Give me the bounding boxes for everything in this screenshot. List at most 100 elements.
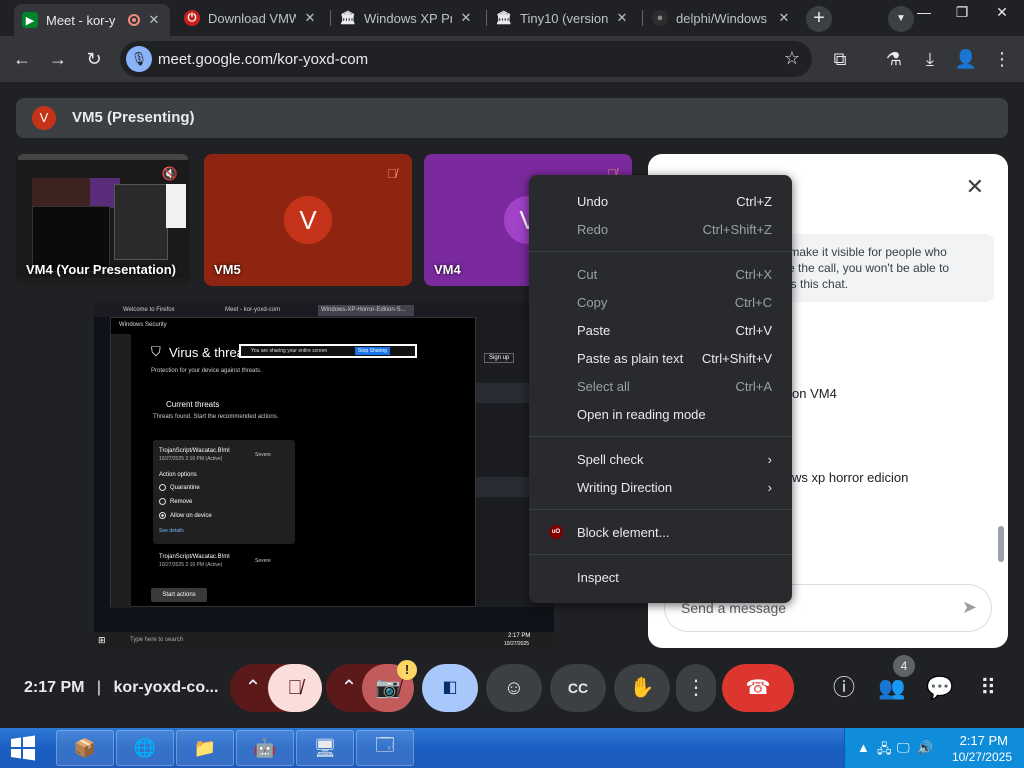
tab-title: Meet - kor-y <box>46 12 116 28</box>
tab-meet[interactable]: ▶ Meet - kor-y ✕ <box>14 4 170 36</box>
shield-icon: ⛉ <box>151 344 161 359</box>
tab-delphi[interactable]: ● delphi/Windows ✕ <box>644 4 800 32</box>
menu-kebab-icon[interactable]: ⋮ <box>988 45 1016 73</box>
start-button[interactable] <box>0 728 46 768</box>
close-icon[interactable]: ✕ <box>614 10 630 26</box>
taskbar-app-game[interactable]: 🤖 <box>236 730 294 766</box>
close-icon[interactable]: ✕ <box>146 12 162 28</box>
clock-time[interactable]: 2:17 PM <box>960 733 1008 748</box>
menu-item-select-all[interactable]: Select all Ctrl+A <box>529 372 792 400</box>
chat-icon[interactable]: 💬 <box>924 672 956 704</box>
tab-strip: ▶ Meet - kor-y ✕ ⏻ Download VMW ✕ 🏛 Wind… <box>0 0 1024 36</box>
back-icon[interactable]: ← <box>8 45 36 73</box>
windows-logo-icon: ⊞ <box>98 635 106 645</box>
chat-message: ws xp horror edicion <box>792 470 909 485</box>
meeting-info-icon[interactable]: ⓘ <box>828 672 860 704</box>
captions-icon[interactable]: CC <box>550 664 606 712</box>
threats-found-text: Threats found. Start the recommended act… <box>153 414 279 420</box>
option-allow[interactable]: Allow on device <box>159 512 212 519</box>
new-tab-button[interactable]: + <box>806 6 832 32</box>
chat-scrollbar[interactable] <box>998 526 1004 562</box>
chevron-up-icon[interactable]: ▲ <box>857 740 870 755</box>
radio-icon[interactable] <box>159 484 166 491</box>
menu-item-label: Open in reading mode <box>577 406 706 422</box>
download-icon[interactable]: ⤓ <box>916 45 944 73</box>
device-icon[interactable]: 🖵 <box>897 740 910 756</box>
menu-item-paste-plain[interactable]: Paste as plain text Ctrl+Shift+V <box>529 344 792 372</box>
option-quarantine[interactable]: Quarantine <box>159 484 200 491</box>
extensions-icon[interactable]: ⧉ <box>826 45 854 73</box>
taskbar-app-vmware[interactable]: 🖥 <box>296 730 354 766</box>
address-bar[interactable]: 🎙 meet.google.com/kor-yoxd-com ☆ <box>120 41 812 77</box>
close-icon[interactable]: ✕ <box>458 10 474 26</box>
taskbar-app-browser[interactable]: 🌐 <box>116 730 174 766</box>
tab-title: delphi/Windows <box>676 10 768 26</box>
tile-your-presentation[interactable]: 🔇 VM4 (Your Presentation) <box>16 154 190 286</box>
tab-vmware[interactable]: ⏻ Download VMW ✕ <box>176 4 326 32</box>
tab-windows-xp[interactable]: 🏛 Windows XP Pro ✕ <box>332 4 482 32</box>
sharing-notice-text: You are sharing your entire screen <box>251 348 328 354</box>
tile-vm5[interactable]: 🎙̸ V VM5 <box>204 154 412 286</box>
menu-item-inspect[interactable]: Inspect <box>529 563 792 591</box>
activities-grid-icon[interactable]: ⠿ <box>972 672 1004 704</box>
chevron-up-icon[interactable]: ⌃ <box>338 664 360 712</box>
menu-item-redo[interactable]: Redo Ctrl+Shift+Z <box>529 215 792 243</box>
menu-item-label: Spell check <box>577 451 644 467</box>
more-options-icon[interactable]: ⋮ <box>676 664 716 712</box>
taskbar-time: 2:17 PM <box>508 633 531 639</box>
close-icon[interactable]: ✕ <box>776 10 792 26</box>
tab-tiny10[interactable]: 🏛 Tiny10 (version ✕ <box>488 4 638 32</box>
close-icon[interactable]: ✕ <box>302 10 318 26</box>
taskbar-app-display[interactable]: 🗔 <box>356 730 414 766</box>
start-actions-button[interactable]: Start actions <box>151 588 207 602</box>
emoji-reaction-icon[interactable]: ☺ <box>486 664 542 712</box>
option-remove[interactable]: Remove <box>159 498 192 505</box>
microphone-icon[interactable]: 🎙 <box>126 46 152 72</box>
menu-item-paste[interactable]: Paste Ctrl+V <box>529 316 792 344</box>
radio-icon[interactable] <box>159 512 166 519</box>
minimize-icon[interactable]: — <box>904 0 944 30</box>
menu-item-copy[interactable]: Copy Ctrl+C <box>529 288 792 316</box>
present-now-icon[interactable]: ◧ <box>422 664 478 712</box>
close-icon[interactable]: ✕ <box>966 174 984 200</box>
shared-screen[interactable]: Welcome to Firefox Meet - kor-yoxd-com W… <box>94 303 554 649</box>
avatar: V <box>284 196 332 244</box>
clock-date[interactable]: 10/27/2025 <box>952 750 1012 764</box>
thumb-window <box>114 184 168 260</box>
windows-logo-icon[interactable] <box>10 735 36 761</box>
stop-sharing-button[interactable]: Stop Sharing <box>355 347 390 355</box>
threat-name: TrojanScript/Wacatac.B!ml <box>159 448 230 454</box>
bookmark-star-icon[interactable]: ☆ <box>784 48 800 69</box>
audio-options-button[interactable]: ⌃ 🎙̸ <box>230 664 322 712</box>
tab-separator <box>642 10 643 26</box>
menu-item-spell-check[interactable]: Spell check › <box>529 445 792 473</box>
threat-date: 10/27/2025 2:16 PM (Active) <box>159 562 223 568</box>
menu-item-reading-mode[interactable]: Open in reading mode <box>529 400 792 428</box>
url-text[interactable]: meet.google.com/kor-yoxd-com <box>158 51 368 68</box>
taskbar-app-explorer[interactable]: 📁 <box>176 730 234 766</box>
see-details-link[interactable]: See details <box>159 528 184 534</box>
menu-item-undo[interactable]: Undo Ctrl+Z <box>529 187 792 215</box>
menu-item-writing-direction[interactable]: Writing Direction › <box>529 473 792 501</box>
menu-item-block-element[interactable]: uO Block element... <box>529 518 792 546</box>
forward-icon[interactable]: → <box>44 45 72 73</box>
profile-icon[interactable]: 👤 <box>952 45 980 73</box>
leave-call-icon[interactable]: ☎ <box>722 664 794 712</box>
reload-icon[interactable]: ↻ <box>80 45 108 73</box>
raise-hand-icon[interactable]: ✋ <box>614 664 670 712</box>
radio-icon[interactable] <box>159 498 166 505</box>
restore-icon[interactable]: ❐ <box>942 0 982 30</box>
menu-item-cut[interactable]: Cut Ctrl+X <box>529 260 792 288</box>
send-icon[interactable]: ➤ <box>962 597 977 618</box>
labs-flask-icon[interactable]: ⚗ <box>880 45 908 73</box>
menu-item-shortcut: Ctrl+Z <box>736 193 772 209</box>
volume-icon[interactable]: 🔊 <box>917 740 933 756</box>
menu-separator <box>529 554 792 555</box>
mic-off-icon[interactable]: 🎙̸ <box>268 664 322 712</box>
security-subtitle: Protection for your device against threa… <box>151 368 262 374</box>
network-error-icon[interactable]: 🖧 <box>877 740 892 762</box>
taskbar-app-winrar[interactable]: 📦 <box>56 730 114 766</box>
window-close-icon[interactable]: ✕ <box>982 0 1022 30</box>
chevron-up-icon[interactable]: ⌃ <box>242 664 264 712</box>
menu-item-label: Paste as plain text <box>577 350 684 366</box>
